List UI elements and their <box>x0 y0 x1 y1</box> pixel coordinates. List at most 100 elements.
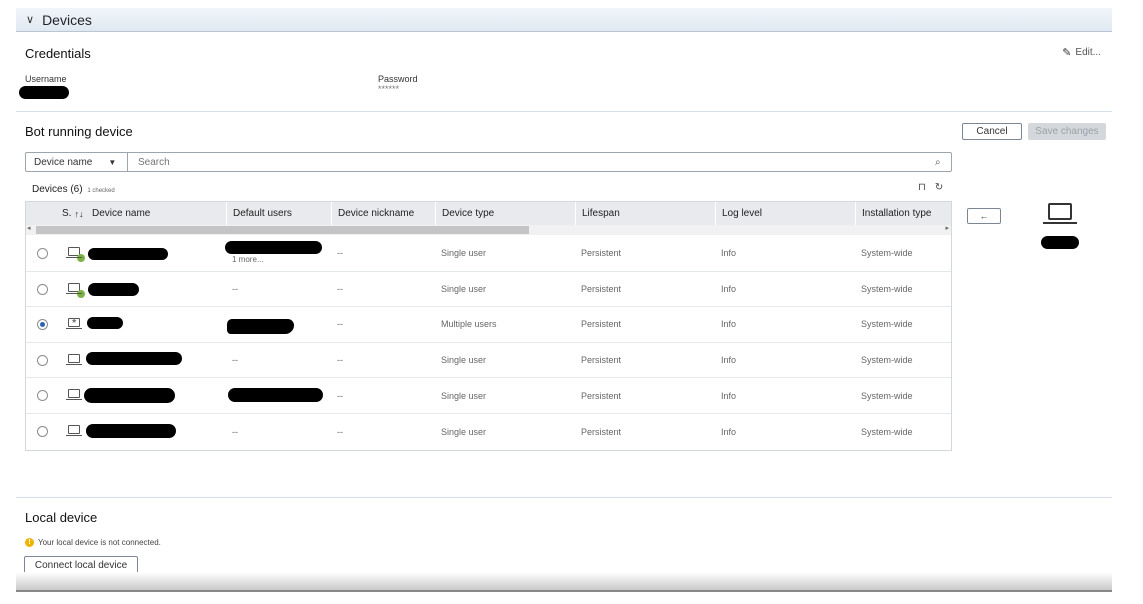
log-level-cell: Info <box>721 283 737 294</box>
col-default-users[interactable]: Default users <box>226 202 331 225</box>
lifespan-cell: Persistent <box>581 426 622 437</box>
nickname-cell: -- <box>337 283 343 294</box>
installation-type-cell: System-wide <box>861 319 913 330</box>
bot-device-title: Bot running device <box>25 124 133 139</box>
search-input[interactable] <box>128 156 935 168</box>
col-installation-type[interactable]: Installation type <box>855 202 951 225</box>
devices-section-header[interactable]: ∨ Devices <box>16 8 1112 32</box>
row-select-radio[interactable] <box>37 283 48 295</box>
nickname-cell: -- <box>337 319 343 330</box>
log-level-cell: Info <box>721 390 737 401</box>
row-select-radio-selected[interactable] <box>37 319 48 331</box>
divider <box>16 111 1112 112</box>
nickname-cell: -- <box>337 355 343 366</box>
caret-down-icon: ▼ <box>108 157 117 167</box>
connected-check-icon <box>77 289 85 298</box>
nickname-cell: -- <box>337 426 343 437</box>
divider <box>16 497 1112 498</box>
col-log-level[interactable]: Log level <box>715 202 855 225</box>
device-name-redacted <box>86 351 182 365</box>
col-device-nickname[interactable]: Device nickname <box>331 202 435 225</box>
lifespan-cell: Persistent <box>581 248 622 259</box>
lifespan-cell: Persistent <box>581 283 622 294</box>
installation-type-cell: System-wide <box>861 283 913 294</box>
lifespan-cell: Persistent <box>581 390 622 401</box>
username-redacted <box>19 86 69 99</box>
cancel-button[interactable]: Cancel <box>962 123 1022 140</box>
chevron-down-icon[interactable]: ∨ <box>26 13 34 26</box>
row-select-radio[interactable] <box>37 426 48 437</box>
edit-credentials-link[interactable]: ✎ Edit... <box>1062 46 1101 59</box>
device-name-redacted <box>88 248 168 260</box>
save-changes-button[interactable]: Save changes <box>1028 123 1106 140</box>
col-device-name[interactable]: Device name <box>86 202 226 225</box>
log-level-cell: Info <box>721 426 737 437</box>
password-label: Password <box>378 74 418 84</box>
refresh-icon[interactable]: ↻ <box>935 182 943 193</box>
filter-label: Device name <box>34 156 93 168</box>
col-lifespan[interactable]: Lifespan <box>575 202 715 225</box>
device-name-redacted <box>88 282 139 296</box>
sort-icon[interactable]: ↑↓ <box>74 209 83 219</box>
bottom-bar <box>16 572 1112 592</box>
table-row[interactable]: -- -- Single user Persistent Info System… <box>26 343 951 379</box>
horizontal-scrollbar[interactable]: ◂ ▸ <box>26 224 951 235</box>
checked-count: 1 checked <box>87 188 115 194</box>
nickname-cell: -- <box>337 390 343 401</box>
default-users-redacted <box>228 388 323 403</box>
device-name-redacted <box>84 388 175 404</box>
assign-arrow-button[interactable]: ← <box>967 208 1001 224</box>
table-row[interactable]: -- Single user Persistent Info System-wi… <box>26 378 951 414</box>
log-level-cell: Info <box>721 355 737 366</box>
default-users-cell: -- <box>232 426 238 437</box>
installation-type-cell: System-wide <box>861 355 913 366</box>
username-label: Username <box>25 74 67 84</box>
device-name-redacted <box>87 317 123 330</box>
laptop-icon <box>1043 203 1077 224</box>
password-value: ****** <box>378 84 400 94</box>
table-row[interactable]: ★ -- Multiple users Persistent Info Syst… <box>26 307 951 343</box>
star-icon: ★ <box>71 318 78 326</box>
nickname-cell: -- <box>337 248 343 259</box>
warning-text: Your local device is not connected. <box>38 538 161 547</box>
local-device-title: Local device <box>25 510 98 525</box>
laptop-icon <box>66 247 85 262</box>
default-users-cell: -- <box>232 283 238 294</box>
search-icon[interactable]: ⌕ <box>935 157 951 168</box>
scroll-left-icon[interactable]: ◂ <box>27 224 31 232</box>
more-users-link[interactable]: 1 more... <box>232 255 264 264</box>
local-warning: ! Your local device is not connected. <box>25 538 161 547</box>
col-device-type[interactable]: Device type <box>435 202 575 225</box>
table-row[interactable]: -- -- Single user Persistent Info System… <box>26 414 951 450</box>
col-status[interactable]: S. ↑↓ <box>56 202 86 225</box>
lifespan-cell: Persistent <box>581 355 622 366</box>
log-level-cell: Info <box>721 248 737 259</box>
laptop-icon <box>66 389 82 401</box>
device-type-cell: Single user <box>441 390 487 401</box>
device-name-redacted <box>86 424 176 438</box>
device-type-cell: Single user <box>441 283 487 294</box>
log-level-cell: Info <box>721 319 737 330</box>
default-users-cell: -- <box>232 355 238 366</box>
device-type-cell: Single user <box>441 355 487 366</box>
table-row[interactable]: 1 more... -- Single user Persistent Info… <box>26 236 951 272</box>
laptop-icon: ★ <box>66 318 82 330</box>
table-tools: ⊓ ↻ <box>918 182 943 193</box>
columns-icon[interactable]: ⊓ <box>918 182 926 193</box>
row-select-radio[interactable] <box>37 248 48 259</box>
installation-type-cell: System-wide <box>861 390 913 401</box>
row-select-radio[interactable] <box>37 390 48 402</box>
installation-type-cell: System-wide <box>861 426 913 437</box>
row-select-radio[interactable] <box>37 354 48 366</box>
warning-icon: ! <box>25 538 34 547</box>
devices-count: Devices (6) 1 checked <box>32 184 115 195</box>
device-type-cell: Single user <box>441 248 487 259</box>
table-row[interactable]: -- -- Single user Persistent Info System… <box>26 272 951 308</box>
search-filter-dropdown[interactable]: Device name ▼ <box>26 153 128 171</box>
scroll-right-icon[interactable]: ▸ <box>945 224 949 232</box>
scrollbar-thumb[interactable] <box>36 226 529 234</box>
edit-label: Edit... <box>1075 47 1101 58</box>
default-users-redacted <box>225 241 322 254</box>
devices-count-label: Devices (6) <box>32 184 83 195</box>
connected-check-icon <box>77 254 85 262</box>
